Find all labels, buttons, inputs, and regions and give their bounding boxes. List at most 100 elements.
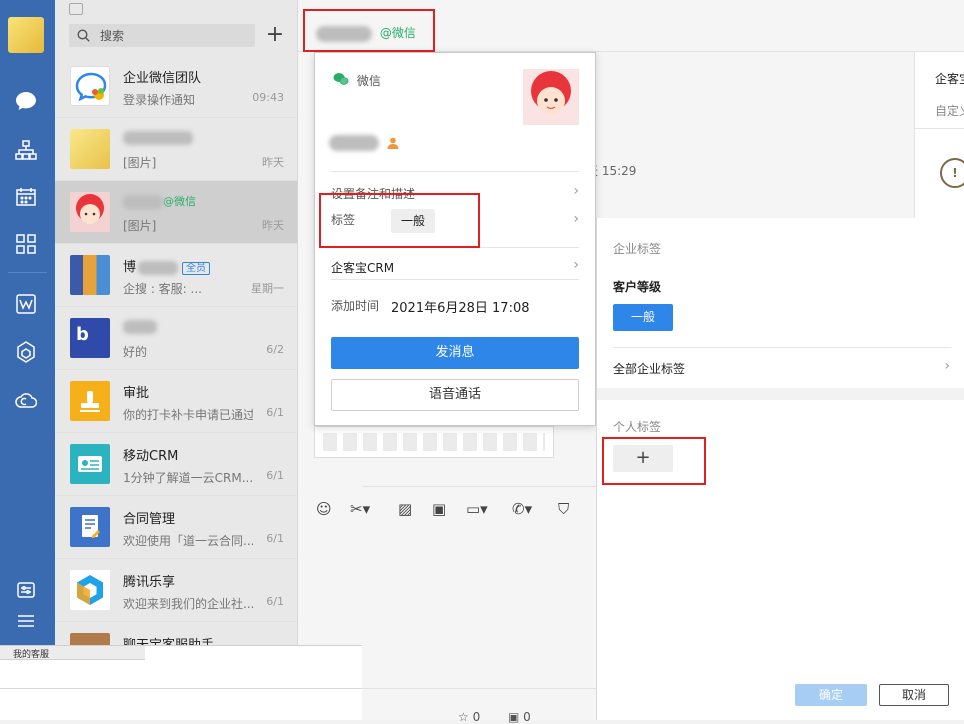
conversation-name: 聊天宝客服助手 [123, 634, 214, 645]
cloud-icon[interactable] [13, 387, 39, 413]
company-logo-avatar: b [70, 318, 110, 358]
send-message-button[interactable]: 发消息 [331, 337, 579, 369]
conversation-preview: 登录操作通知 [123, 93, 196, 107]
conversation-preview: 你的打卡补卡申请已通过 [123, 408, 253, 422]
conversation-item[interactable]: b 好的 6/2 [55, 307, 297, 370]
cube-icon[interactable] [13, 339, 39, 365]
conversation-preview: 欢迎来到我们的企业社... [123, 597, 253, 611]
conversation-preview: 欢迎使用「道一云合同... [123, 534, 253, 548]
wechat-source: 微信 [333, 72, 381, 89]
mobile-crm-icon [70, 444, 110, 484]
conversation-time: 星期一 [251, 282, 284, 295]
phone-icon[interactable]: ✆▾ [512, 500, 532, 518]
strip-divider [915, 128, 964, 129]
message-toolbar: ☺ ✂▾ ▨ ▣ ▭▾ ✆▾ ⛉ [298, 496, 596, 526]
conversation-name: 合同管理 [123, 512, 176, 527]
contact-avatar [70, 129, 110, 169]
wechat-icon [333, 73, 349, 85]
contact-avatar-large[interactable] [523, 69, 579, 125]
chevron-right-icon[interactable]: › [573, 211, 579, 227]
conversation-item[interactable]: 移动CRM 1分钟了解道一云CRM... 6/1 [55, 433, 297, 496]
shield-yen-icon[interactable]: ⛉ [558, 500, 569, 518]
messages-icon[interactable] [13, 88, 39, 114]
conversation-name: 腾讯乐享 [123, 575, 176, 590]
panel-divider [613, 347, 951, 348]
conversation-item[interactable]: 企业微信团队 登录操作通知 09:43 [55, 55, 297, 118]
settings-sliders-icon[interactable] [13, 577, 39, 603]
highlight-personal-tag [602, 437, 706, 485]
person-icon [387, 137, 399, 149]
download-icon[interactable] [69, 3, 83, 15]
rail-divider [8, 272, 47, 273]
conversation-item-selected[interactable]: @微信 [图片] 昨天 [55, 181, 297, 244]
chat-image-message[interactable] [314, 426, 554, 458]
wps-doc-icon[interactable] [13, 291, 39, 317]
contact-name [329, 135, 399, 151]
left-nav-rail [0, 0, 55, 645]
contact-avatar [70, 192, 110, 232]
conversation-item[interactable]: [图片] 昨天 [55, 118, 297, 181]
highlight-tag-row [319, 193, 480, 248]
folder-icon[interactable]: ▭▾ [466, 500, 488, 518]
cancel-button[interactable]: 取消 [879, 684, 949, 706]
group-avatar [70, 255, 110, 295]
add-button[interactable]: + [263, 24, 287, 48]
image-icon[interactable]: ▨ [398, 500, 412, 518]
voice-call-button[interactable]: 语音通话 [331, 379, 579, 411]
menu-icon[interactable] [13, 608, 39, 634]
conversation-item[interactable]: 腾讯乐享 欢迎来到我们的企业社... 6/1 [55, 559, 297, 622]
card-divider [331, 279, 579, 280]
conversation-time: 09:43 [252, 91, 284, 104]
star-counter[interactable]: ☆ 0 [458, 710, 480, 724]
chevron-right-icon: › [573, 257, 579, 273]
search-placeholder: 搜索 [100, 29, 125, 43]
conversation-preview: [图片] [123, 219, 157, 233]
screenshot-icon[interactable]: ✂▾ [350, 500, 370, 518]
chevron-right-icon: › [573, 183, 579, 199]
conversation-time: 6/1 [266, 595, 284, 608]
blurred-name [329, 135, 379, 151]
wps-file-icon[interactable]: ▣ [432, 500, 446, 518]
contact-avatar [70, 633, 110, 645]
user-avatar[interactable] [8, 17, 44, 53]
conversation-name: 移动CRM [123, 449, 179, 464]
comment-counter[interactable]: ▣ 0 [508, 710, 531, 724]
calendar-icon[interactable] [13, 184, 39, 210]
crm-row[interactable]: 企客宝CRM [331, 259, 394, 276]
conversation-preview: 1分钟了解道一云CRM... [123, 471, 253, 485]
conversation-name [123, 130, 193, 145]
emoji-icon[interactable]: ☺ [316, 500, 332, 518]
conversation-item[interactable]: 聊天宝客服助手 [55, 622, 297, 645]
search-icon [77, 29, 90, 42]
search-box[interactable]: 搜索 [69, 24, 255, 47]
conversation-preview: 好的 [123, 345, 148, 359]
added-time-label: 添加时间 [331, 299, 380, 313]
conversation-item[interactable]: 博全员 企搜 : 客服: ... 星期一 [55, 244, 297, 307]
conversation-time: 昨天 [262, 219, 284, 232]
conversation-preview: [图片] [123, 156, 157, 170]
selected-tag-chip[interactable]: 一般 [613, 304, 673, 331]
added-time-value: 2021年6月28日 17:08 [391, 301, 530, 316]
conversation-time: 6/2 [266, 343, 284, 356]
conversation-time: 昨天 [262, 156, 284, 169]
conversation-time: 6/1 [266, 406, 284, 419]
wework-team-avatar [70, 66, 110, 106]
blurred-name [138, 260, 179, 275]
org-chart-icon[interactable] [13, 137, 39, 163]
enterprise-tags-title: 企业标签 [613, 242, 662, 256]
conversation-name [123, 319, 157, 334]
conversation-preview: 企搜 : 客服: ... [123, 282, 202, 296]
all-staff-badge: 全员 [182, 262, 211, 275]
my-service-label[interactable]: 我的客服 [13, 647, 49, 660]
chevron-right-icon[interactable]: › [944, 358, 950, 374]
conversation-item[interactable]: 合同管理 欢迎使用「道一云合同... 6/1 [55, 496, 297, 559]
all-enterprise-tags-row[interactable]: 全部企业标签 [613, 360, 685, 377]
conversation-item[interactable]: 审批 你的打卡补卡申请已通过 6/1 [55, 370, 297, 433]
conversation-list: 搜索 + 企业微信团队 登录操作通知 09:43 [图片] 昨天 @微信 [图片… [55, 0, 298, 645]
blurred-name [123, 319, 157, 334]
confirm-button[interactable]: 确定 [795, 684, 867, 706]
conversation-name: @微信 [123, 193, 196, 209]
conversation-name: 审批 [123, 386, 150, 401]
approval-icon [70, 381, 110, 421]
apps-grid-icon[interactable] [13, 231, 39, 257]
